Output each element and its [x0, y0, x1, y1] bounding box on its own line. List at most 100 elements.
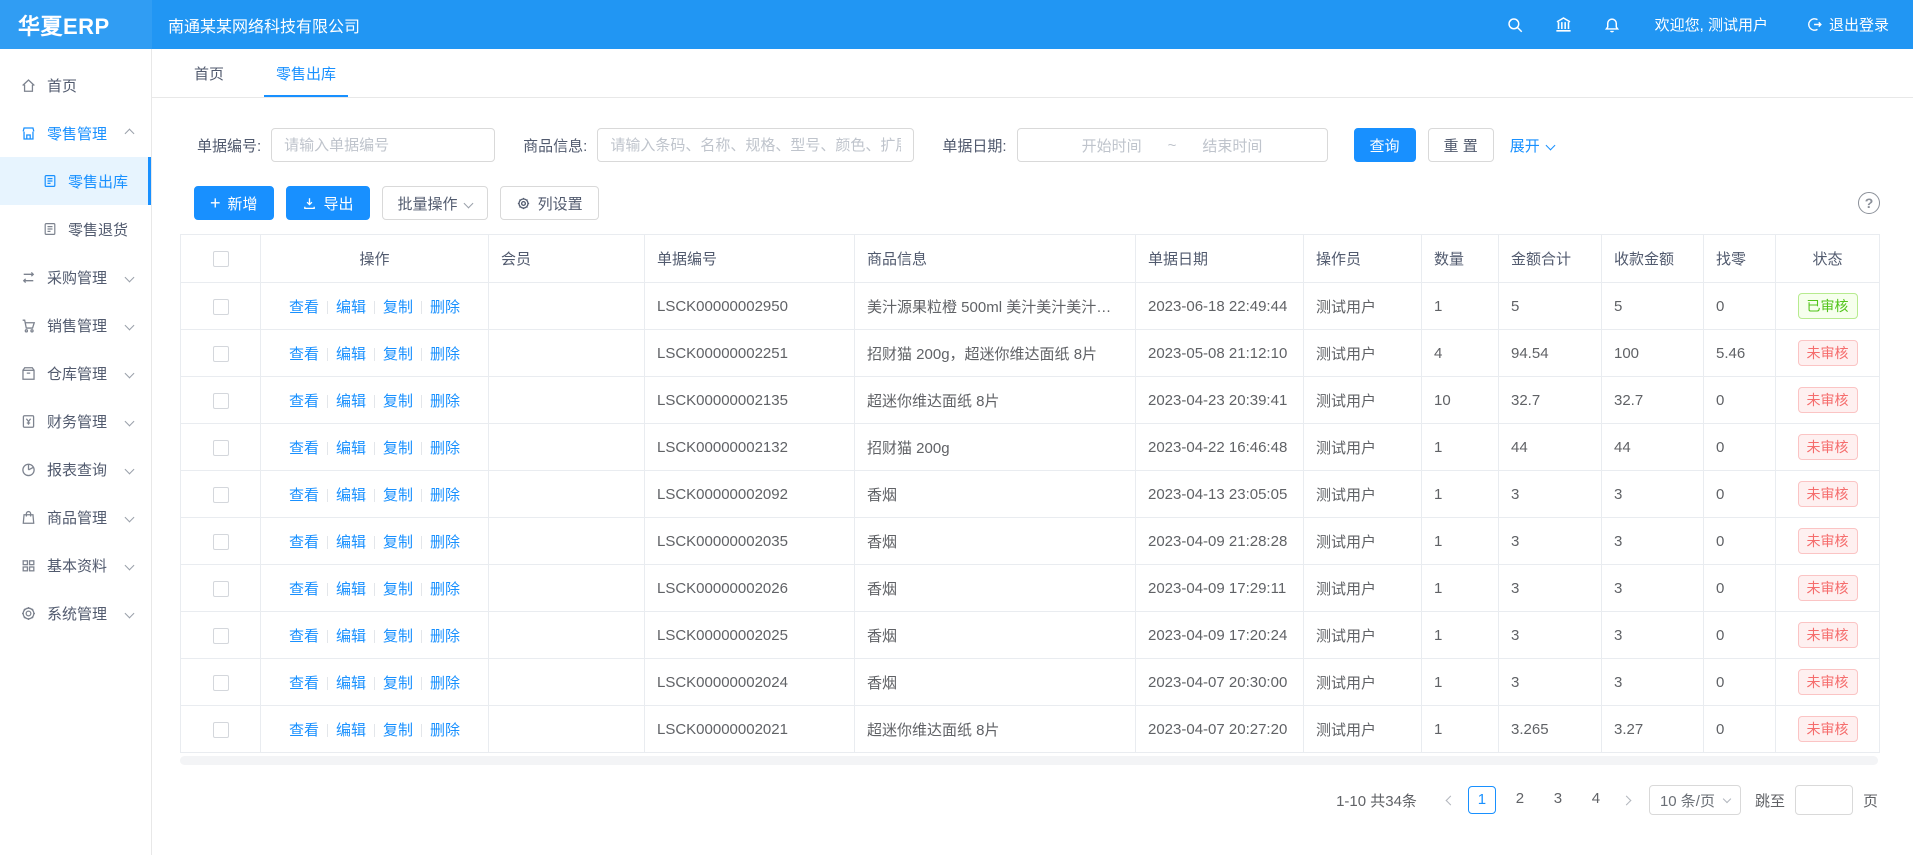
tab-home[interactable]: 首页	[190, 49, 228, 97]
cell-qty: 4	[1422, 330, 1499, 377]
add-button[interactable]: +新增	[194, 186, 274, 220]
sidebar-item-sales[interactable]: 销售管理	[0, 301, 151, 349]
row-checkbox[interactable]	[213, 534, 229, 550]
help-icon[interactable]: ?	[1858, 192, 1880, 214]
row-action-view[interactable]: 查看	[289, 534, 319, 551]
row-action-copy[interactable]: 复制	[383, 487, 413, 504]
row-action-copy[interactable]: 复制	[383, 581, 413, 598]
row-action-delete[interactable]: 删除	[430, 675, 460, 692]
cell-date: 2023-04-22 16:46:48	[1136, 424, 1304, 471]
row-action-copy[interactable]: 复制	[383, 440, 413, 457]
row-action-edit[interactable]: 编辑	[336, 346, 366, 363]
batch-actions-button[interactable]: 批量操作	[382, 186, 488, 220]
next-page-button[interactable]	[1615, 786, 1639, 814]
row-checkbox[interactable]	[213, 487, 229, 503]
row-checkbox[interactable]	[213, 393, 229, 409]
row-action-delete[interactable]: 删除	[430, 487, 460, 504]
row-checkbox[interactable]	[213, 346, 229, 362]
row-action-edit[interactable]: 编辑	[336, 675, 366, 692]
row-action-view[interactable]: 查看	[289, 299, 319, 316]
row-action-edit[interactable]: 编辑	[336, 534, 366, 551]
page-button-4[interactable]: 4	[1582, 786, 1610, 814]
row-checkbox[interactable]	[213, 722, 229, 738]
row-action-delete[interactable]: 删除	[430, 346, 460, 363]
platform-icon[interactable]	[1554, 15, 1573, 34]
row-action-view[interactable]: 查看	[289, 628, 319, 645]
sidebar-item-basic[interactable]: 基本资料	[0, 541, 151, 589]
row-action-copy[interactable]: 复制	[383, 675, 413, 692]
row-action-copy[interactable]: 复制	[383, 299, 413, 316]
row-action-copy[interactable]: 复制	[383, 722, 413, 739]
row-action-delete[interactable]: 删除	[430, 393, 460, 410]
row-action-edit[interactable]: 编辑	[336, 628, 366, 645]
bill-no-input[interactable]	[271, 128, 495, 162]
row-action-view[interactable]: 查看	[289, 346, 319, 363]
row-checkbox[interactable]	[213, 628, 229, 644]
sidebar-item-goods[interactable]: 商品管理	[0, 493, 151, 541]
goods-info-input[interactable]	[597, 128, 914, 162]
row-action-copy[interactable]: 复制	[383, 346, 413, 363]
row-checkbox[interactable]	[213, 440, 229, 456]
cell-paid: 32.7	[1602, 377, 1704, 424]
reset-button[interactable]: 重 置	[1428, 128, 1494, 162]
page-size-select[interactable]: 10 条/页	[1649, 785, 1741, 815]
row-action-delete[interactable]: 删除	[430, 722, 460, 739]
sidebar-item-purchase[interactable]: 采购管理	[0, 253, 151, 301]
row-checkbox[interactable]	[213, 675, 229, 691]
row-checkbox[interactable]	[213, 581, 229, 597]
search-icon[interactable]	[1506, 16, 1524, 34]
row-action-view[interactable]: 查看	[289, 581, 319, 598]
row-action-delete[interactable]: 删除	[430, 581, 460, 598]
row-action-edit[interactable]: 编辑	[336, 299, 366, 316]
status-badge: 未审核	[1798, 481, 1858, 507]
row-action-view[interactable]: 查看	[289, 440, 319, 457]
chevron-right-icon	[1622, 795, 1632, 805]
row-action-delete[interactable]: 删除	[430, 299, 460, 316]
row-action-edit[interactable]: 编辑	[336, 487, 366, 504]
logout-button[interactable]: 退出登录	[1806, 14, 1889, 35]
notification-bell-icon[interactable]	[1603, 16, 1621, 34]
row-action-edit[interactable]: 编辑	[336, 722, 366, 739]
sidebar-item-reports[interactable]: 报表查询	[0, 445, 151, 493]
horizontal-scrollbar[interactable]	[180, 756, 1878, 765]
sidebar-item-retail-return[interactable]: 零售退货	[0, 205, 151, 253]
sidebar-item-retail[interactable]: 零售管理	[0, 109, 151, 157]
tab-retail-out[interactable]: 零售出库	[272, 49, 340, 97]
row-action-edit[interactable]: 编辑	[336, 440, 366, 457]
row-action-delete[interactable]: 删除	[430, 628, 460, 645]
row-action-view[interactable]: 查看	[289, 487, 319, 504]
row-checkbox[interactable]	[213, 299, 229, 315]
row-action-edit[interactable]: 编辑	[336, 581, 366, 598]
row-action-view[interactable]: 查看	[289, 393, 319, 410]
cell-total: 94.54	[1499, 330, 1602, 377]
pagination-summary: 1-10 共34条	[1336, 790, 1417, 811]
sidebar-item-retail-out[interactable]: 零售出库	[0, 157, 151, 205]
sidebar-item-label: 采购管理	[47, 267, 107, 288]
table-row: 查看编辑复制删除LSCK00000002025香烟2023-04-09 17:2…	[181, 612, 1880, 659]
row-action-edit[interactable]: 编辑	[336, 393, 366, 410]
row-action-copy[interactable]: 复制	[383, 393, 413, 410]
page-button-1[interactable]: 1	[1468, 786, 1496, 814]
row-action-view[interactable]: 查看	[289, 722, 319, 739]
row-action-copy[interactable]: 复制	[383, 534, 413, 551]
search-button[interactable]: 查询	[1354, 128, 1416, 162]
sidebar-item-home[interactable]: 首页	[0, 61, 151, 109]
sidebar-item-warehouse[interactable]: 仓库管理	[0, 349, 151, 397]
date-range-input[interactable]: 开始时间 ~ 结束时间	[1017, 128, 1328, 162]
cell-total: 44	[1499, 424, 1602, 471]
row-action-copy[interactable]: 复制	[383, 628, 413, 645]
sidebar-item-system[interactable]: 系统管理	[0, 589, 151, 637]
select-all-checkbox[interactable]	[213, 251, 229, 267]
column-settings-button[interactable]: 列设置	[500, 186, 599, 220]
page-button-2[interactable]: 2	[1506, 786, 1534, 814]
row-action-delete[interactable]: 删除	[430, 534, 460, 551]
prev-page-button[interactable]	[1439, 786, 1463, 814]
page-button-3[interactable]: 3	[1544, 786, 1572, 814]
sidebar-item-finance[interactable]: 财务管理	[0, 397, 151, 445]
jump-input[interactable]	[1795, 785, 1853, 815]
row-action-delete[interactable]: 删除	[430, 440, 460, 457]
expand-link[interactable]: 展开	[1510, 135, 1554, 156]
action-separator	[327, 536, 328, 549]
export-button[interactable]: 导出	[286, 186, 370, 220]
row-action-view[interactable]: 查看	[289, 675, 319, 692]
